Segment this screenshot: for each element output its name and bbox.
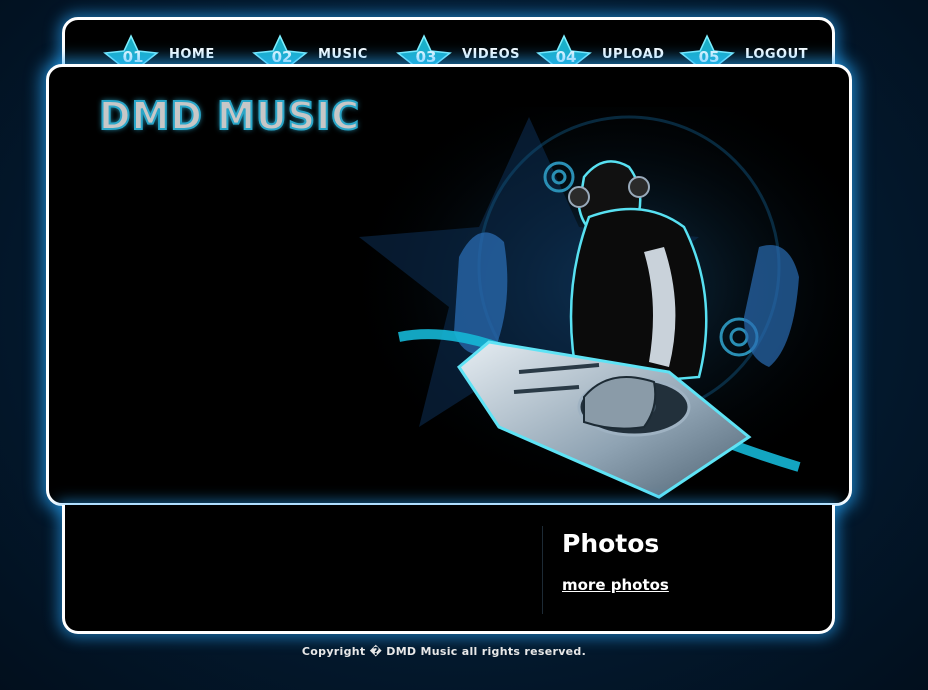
content-divider	[542, 526, 543, 614]
photos-heading: Photos	[562, 529, 660, 558]
site-logo: DMD MUSIC	[98, 93, 361, 139]
hero-banner: DMD MUSIC	[46, 64, 852, 506]
nav-item-label[interactable]: UPLOAD	[602, 47, 664, 62]
footer-copyright: Copyright � DMD Music all rights reserve…	[301, 645, 587, 658]
nav-item-label[interactable]: MUSIC	[318, 47, 368, 62]
nav-item-label[interactable]: LOGOUT	[745, 47, 808, 62]
more-photos-link[interactable]: more photos	[562, 576, 669, 594]
content-panel: Photos more photos	[62, 505, 835, 634]
nav-item-label[interactable]: VIDEOS	[462, 47, 520, 62]
dj-illustration	[339, 107, 849, 503]
nav-item-label[interactable]: HOME	[169, 47, 215, 62]
